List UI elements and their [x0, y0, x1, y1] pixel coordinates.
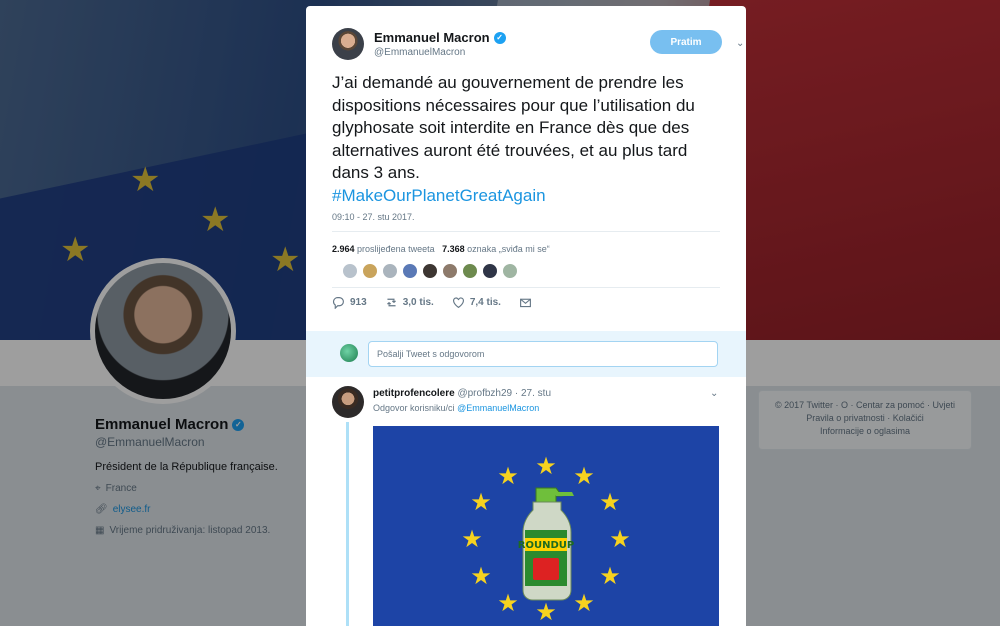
- tweet-actions: 913 3,0 tis. 7,4 tis.: [332, 296, 550, 309]
- reply-input[interactable]: Pošalji Tweet s odgovorom: [368, 341, 718, 367]
- reply-author-handle[interactable]: @profbzh29: [457, 388, 512, 399]
- thread-line: [346, 422, 349, 626]
- svg-text:★: ★: [535, 452, 557, 480]
- roundup-label: ROUNDUP: [518, 540, 574, 551]
- chevron-down-icon[interactable]: ⌄: [710, 388, 718, 399]
- replying-to: Odgovor korisniku/ci @EmmanuelMacron: [373, 403, 540, 413]
- liker-avatar[interactable]: [362, 263, 378, 279]
- like-button[interactable]: 7,4 tis.: [452, 296, 501, 309]
- tweet-author-name[interactable]: Emmanuel Macron ✓: [374, 30, 506, 45]
- liker-avatar[interactable]: [502, 263, 518, 279]
- tweet-header: Emmanuel Macron ✓ @EmmanuelMacron Pratim…: [332, 28, 744, 68]
- reply-button[interactable]: 913: [332, 296, 367, 309]
- svg-text:★: ★: [609, 525, 631, 553]
- reply-tweet[interactable]: petitprofencolere @profbzh29 · 27. stu ⌄…: [306, 378, 746, 626]
- svg-text:★: ★: [599, 562, 621, 590]
- direct-message-button[interactable]: [519, 296, 532, 309]
- liker-avatar[interactable]: [422, 263, 438, 279]
- tweet-modal: Emmanuel Macron ✓ @EmmanuelMacron Pratim…: [306, 6, 746, 626]
- liker-avatar[interactable]: [342, 263, 358, 279]
- likes-label[interactable]: oznaka „sviđa mi se“: [467, 244, 550, 254]
- svg-text:★: ★: [470, 562, 492, 590]
- svg-text:★: ★: [599, 488, 621, 516]
- retweet-button[interactable]: 3,0 tis.: [385, 296, 434, 309]
- svg-text:★: ★: [573, 589, 595, 617]
- svg-text:★: ★: [573, 462, 595, 490]
- retweet-icon: [386, 298, 396, 307]
- reply-author-line: petitprofencolere @profbzh29 · 27. stu: [373, 388, 551, 399]
- reply-author-name[interactable]: petitprofencolere: [373, 388, 455, 399]
- liker-avatar[interactable]: [442, 263, 458, 279]
- tweet-author-handle[interactable]: @EmmanuelMacron: [374, 47, 465, 58]
- retweets-label[interactable]: proslijeđena tweeta: [357, 244, 435, 254]
- follow-button[interactable]: Pratim: [650, 30, 722, 54]
- liker-avatars: [342, 263, 518, 279]
- liker-avatar[interactable]: [482, 263, 498, 279]
- chevron-down-icon[interactable]: ⌄: [736, 38, 744, 49]
- liker-avatar[interactable]: [462, 263, 478, 279]
- heart-icon: [452, 297, 464, 309]
- svg-text:★: ★: [461, 525, 483, 553]
- divider: [332, 231, 720, 232]
- svg-text:★: ★: [535, 598, 557, 626]
- tweet-timestamp[interactable]: 09:10 - 27. stu 2017.: [332, 212, 415, 222]
- eu-flag-roundup-image: ★ ★ ★ ★ ★ ★ ★ ★ ★ ★ ★ ★ ROUNDUP: [461, 452, 631, 626]
- svg-text:★: ★: [470, 488, 492, 516]
- divider: [332, 287, 720, 288]
- reply-icon: [333, 297, 344, 309]
- retweets-count[interactable]: 2.964: [332, 244, 355, 254]
- reply-date[interactable]: · 27. stu: [515, 388, 551, 399]
- reply-author-avatar[interactable]: [332, 386, 364, 418]
- liker-avatar[interactable]: [382, 263, 398, 279]
- reply-compose-bar: Pošalji Tweet s odgovorom: [306, 331, 746, 377]
- likes-count[interactable]: 7.368: [442, 244, 465, 254]
- reply-media-image[interactable]: ★ ★ ★ ★ ★ ★ ★ ★ ★ ★ ★ ★ ROUNDUP: [373, 426, 719, 626]
- svg-text:★: ★: [497, 589, 519, 617]
- tweet-text: J’ai demandé au gouvernement de prendre …: [332, 72, 722, 207]
- liker-avatar[interactable]: [402, 263, 418, 279]
- svg-text:★: ★: [497, 462, 519, 490]
- hashtag-link[interactable]: #MakeOurPlanetGreatAgain: [332, 185, 722, 208]
- envelope-icon: [520, 298, 531, 308]
- current-user-avatar: [340, 344, 358, 362]
- replying-to-handle[interactable]: @EmmanuelMacron: [457, 403, 539, 413]
- tweet-author-avatar[interactable]: [332, 28, 364, 60]
- verified-icon: ✓: [493, 31, 506, 44]
- tweet-stats: 2.964 proslijeđena tweeta 7.368 oznaka „…: [332, 244, 550, 254]
